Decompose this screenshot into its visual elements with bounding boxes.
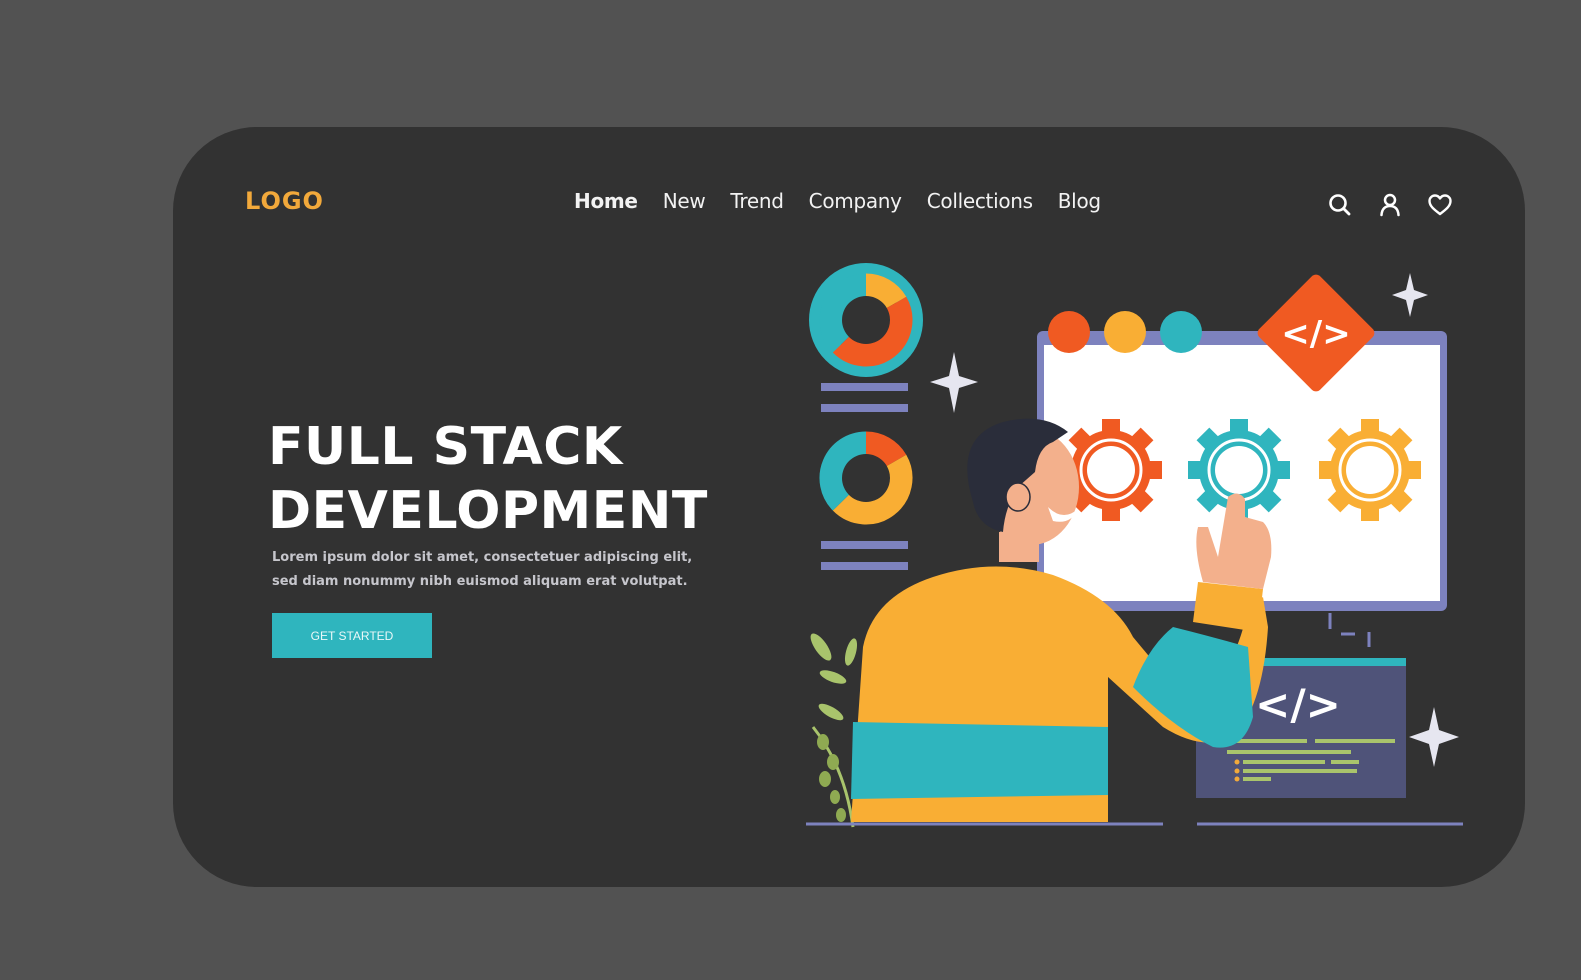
donut-chart-icon-1 — [809, 263, 923, 377]
svg-text:</>: </> — [1255, 680, 1341, 729]
svg-text:</>: </> — [1281, 314, 1350, 354]
gear-icon-yellow — [1319, 419, 1421, 521]
full-stack-illustration: </> </> — [806, 263, 1463, 828]
browser-dot-yellow — [1104, 311, 1146, 353]
sparkle-icon — [930, 352, 978, 413]
chart-legend-bar — [821, 562, 908, 570]
sparkle-icon — [1409, 707, 1459, 767]
chart-legend-bar — [821, 404, 908, 412]
chart-legend-bar — [821, 541, 908, 549]
sparkle-icon — [1392, 273, 1428, 317]
chart-legend-bar — [821, 383, 908, 391]
donut-chart-icon-2 — [819, 431, 913, 525]
browser-dot-orange — [1048, 311, 1090, 353]
browser-dot-teal — [1160, 311, 1202, 353]
landing-card: LOGO Home New Trend Company Collections … — [173, 127, 1525, 887]
